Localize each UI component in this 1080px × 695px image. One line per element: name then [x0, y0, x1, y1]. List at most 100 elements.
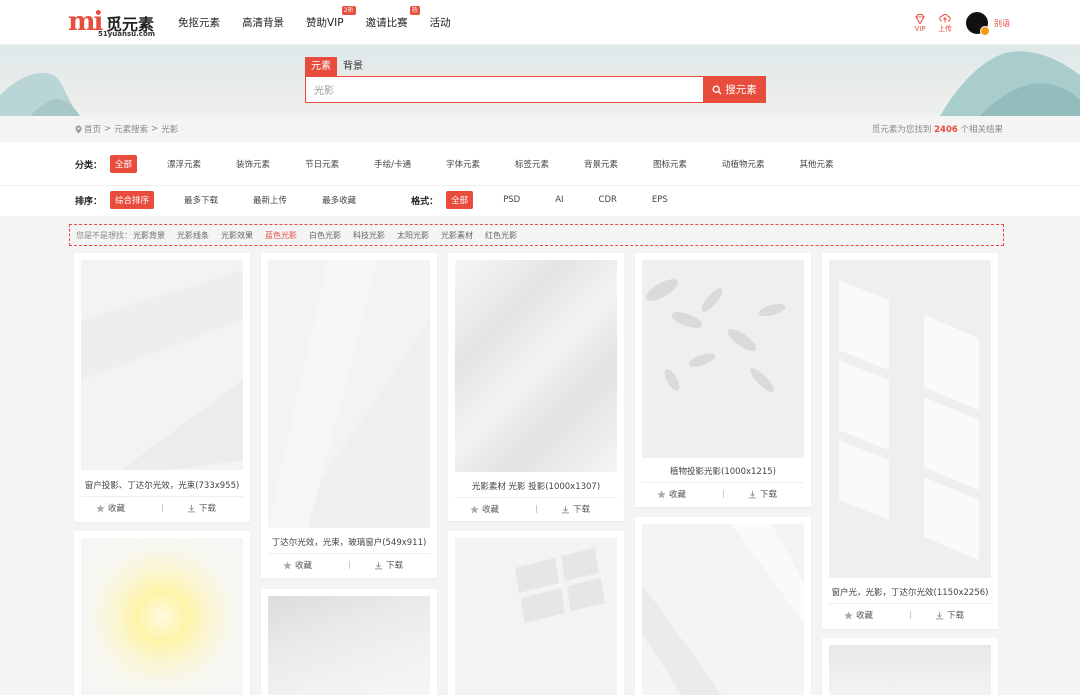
category-option[interactable]: 图标元素: [648, 155, 692, 173]
suggestion-item[interactable]: 光影线条: [177, 230, 209, 241]
category-option[interactable]: 漂浮元素: [162, 155, 206, 173]
card-actions: 收藏 下载: [448, 502, 624, 516]
breadcrumb-row: 首页 > 元素搜索 > 光影 觅元素为您找到 2406 个相关结果: [0, 116, 1080, 142]
format-option[interactable]: CDR: [594, 192, 622, 208]
result-count-text: 觅元素为您找到 2406 个相关结果: [872, 123, 1003, 135]
format-option[interactable]: EPS: [647, 192, 673, 208]
card-thumbnail[interactable]: [455, 260, 617, 472]
card-title[interactable]: 丁达尔光效，光束，玻璃窗户(549x911): [261, 536, 437, 548]
card-title[interactable]: 窗户光，光影，丁达尔光效(1150x2256): [822, 586, 998, 598]
suggestion-item[interactable]: 太阳光影: [397, 230, 429, 241]
category-option[interactable]: 其他元素: [795, 155, 839, 173]
user-avatar[interactable]: [966, 12, 990, 36]
download-button[interactable]: 下载: [561, 503, 590, 515]
suggestion-item[interactable]: 光影效果: [221, 230, 253, 241]
result-card[interactable]: 光影素材 光影 投影(1000x1307) 收藏 下载: [448, 253, 624, 521]
nav-item-contest[interactable]: 邀请比赛热: [366, 6, 420, 30]
card-thumbnail[interactable]: [642, 260, 804, 458]
sort-option[interactable]: 最多收藏: [317, 191, 361, 209]
card-thumbnail[interactable]: [829, 260, 991, 578]
suggestion-item[interactable]: 红色光影: [485, 230, 517, 241]
category-option[interactable]: 手绘/卡通: [369, 155, 416, 173]
card-thumbnail[interactable]: [642, 524, 804, 695]
search-input[interactable]: [306, 77, 703, 102]
result-card[interactable]: [448, 531, 624, 695]
favorite-button[interactable]: 收藏: [844, 609, 873, 621]
format-option[interactable]: AI: [550, 192, 568, 208]
search-button[interactable]: 搜元素: [703, 76, 766, 103]
sort-option-default[interactable]: 综合排序: [110, 191, 155, 209]
card-thumbnail[interactable]: [268, 260, 430, 528]
breadcrumb-home[interactable]: 首页: [84, 123, 101, 135]
favorite-button[interactable]: 收藏: [96, 502, 125, 514]
suggestion-item[interactable]: 科技光影: [353, 230, 385, 241]
card-thumbnail[interactable]: [268, 596, 430, 695]
download-button[interactable]: 下载: [187, 502, 216, 514]
nav-item-activity[interactable]: 活动: [430, 15, 451, 30]
search-tab-backgrounds[interactable]: 背景: [337, 57, 369, 76]
star-icon: [844, 610, 853, 619]
suggestion-item[interactable]: 光影素材: [441, 230, 473, 241]
download-button[interactable]: 下载: [935, 609, 964, 621]
favorite-button[interactable]: 收藏: [283, 559, 312, 571]
search-tab-elements[interactable]: 元素: [305, 57, 337, 76]
download-label: 下载: [760, 490, 778, 500]
card-actions: 收藏 下载: [74, 501, 250, 515]
breadcrumb-current: 光影: [161, 125, 179, 135]
result-card[interactable]: [261, 589, 437, 695]
category-option[interactable]: 动植物元素: [717, 155, 770, 173]
category-option[interactable]: 背景元素: [579, 155, 623, 173]
category-option[interactable]: 装饰元素: [231, 155, 275, 173]
category-option[interactable]: 字体元素: [441, 155, 485, 173]
card-thumbnail[interactable]: [81, 538, 243, 695]
category-option[interactable]: 节日元素: [300, 155, 344, 173]
suggestion-item-highlighted[interactable]: 蓝色光影: [265, 230, 297, 241]
result-card[interactable]: 丁达尔光效，光束，玻璃窗户(549x911) 收藏 下载: [261, 253, 437, 578]
download-label: 下载: [199, 504, 217, 514]
card-thumbnail[interactable]: [81, 260, 243, 470]
action-divider: [162, 504, 163, 512]
nav-item-free-elements[interactable]: 免抠元素: [178, 15, 220, 30]
breadcrumb-search[interactable]: 元素搜索: [114, 123, 148, 135]
card-actions: 收藏 下载: [822, 608, 998, 622]
sort-option[interactable]: 最新上传: [248, 191, 292, 209]
format-option[interactable]: PSD: [498, 192, 525, 208]
user-name[interactable]: 别语: [994, 18, 1010, 29]
result-card[interactable]: [635, 517, 811, 695]
download-button[interactable]: 下载: [374, 559, 403, 571]
result-card[interactable]: [74, 531, 250, 695]
download-button[interactable]: 下载: [748, 488, 777, 500]
result-prefix: 觅元素为您找到: [871, 125, 932, 135]
sort-option[interactable]: 最多下载: [179, 191, 223, 209]
nav-item-hd-backgrounds[interactable]: 高清背景: [242, 15, 284, 30]
card-title[interactable]: 窗户投影、丁达尔光效，光束(733x955): [74, 479, 250, 491]
vip-label: VIP: [914, 25, 926, 33]
logo-subtext: 51yuansu.com: [98, 30, 156, 38]
card-thumbnail[interactable]: [829, 645, 991, 695]
nav-item-vip[interactable]: 赞助VIP 2折: [306, 6, 356, 30]
category-option[interactable]: 标签元素: [510, 155, 554, 173]
result-card[interactable]: 植物投影光影(1000x1215) 收藏 下载: [635, 253, 811, 507]
card-title[interactable]: 植物投影光影(1000x1215): [635, 465, 811, 477]
suggestion-item[interactable]: 光影背景: [133, 230, 165, 241]
search-box: [305, 76, 704, 103]
card-thumbnail[interactable]: [455, 538, 617, 695]
breadcrumb-sep: >: [104, 124, 112, 134]
card-divider: [642, 482, 804, 483]
site-logo[interactable]: mi 觅元素 51yuansu.com: [68, 7, 166, 41]
suggestion-item[interactable]: 白色光影: [309, 230, 341, 241]
format-option-all[interactable]: 全部: [446, 191, 474, 209]
upload-button[interactable]: 上传: [938, 12, 952, 34]
light-beam-thumbnail: [642, 524, 804, 695]
favorite-button[interactable]: 收藏: [657, 488, 686, 500]
vip-button[interactable]: VIP: [914, 13, 926, 33]
result-card[interactable]: [822, 638, 998, 695]
result-card[interactable]: 窗户光，光影，丁达尔光效(1150x2256) 收藏 下载: [822, 253, 998, 629]
result-card[interactable]: 窗户投影、丁达尔光效，光束(733x955) 收藏 下载: [74, 253, 250, 522]
favorite-button[interactable]: 收藏: [470, 503, 499, 515]
sort-format-row: 排序： 综合排序 最多下载 最新上传 最多收藏 格式： 全部 PSD AI CD…: [75, 190, 698, 210]
category-filter-row: 分类： 全部 漂浮元素 装饰元素 节日元素 手绘/卡通 字体元素 标签元素 背景…: [75, 154, 864, 174]
category-option-all[interactable]: 全部: [110, 155, 138, 173]
card-title[interactable]: 光影素材 光影 投影(1000x1307): [448, 480, 624, 492]
window-light-large-thumbnail: [839, 280, 979, 560]
